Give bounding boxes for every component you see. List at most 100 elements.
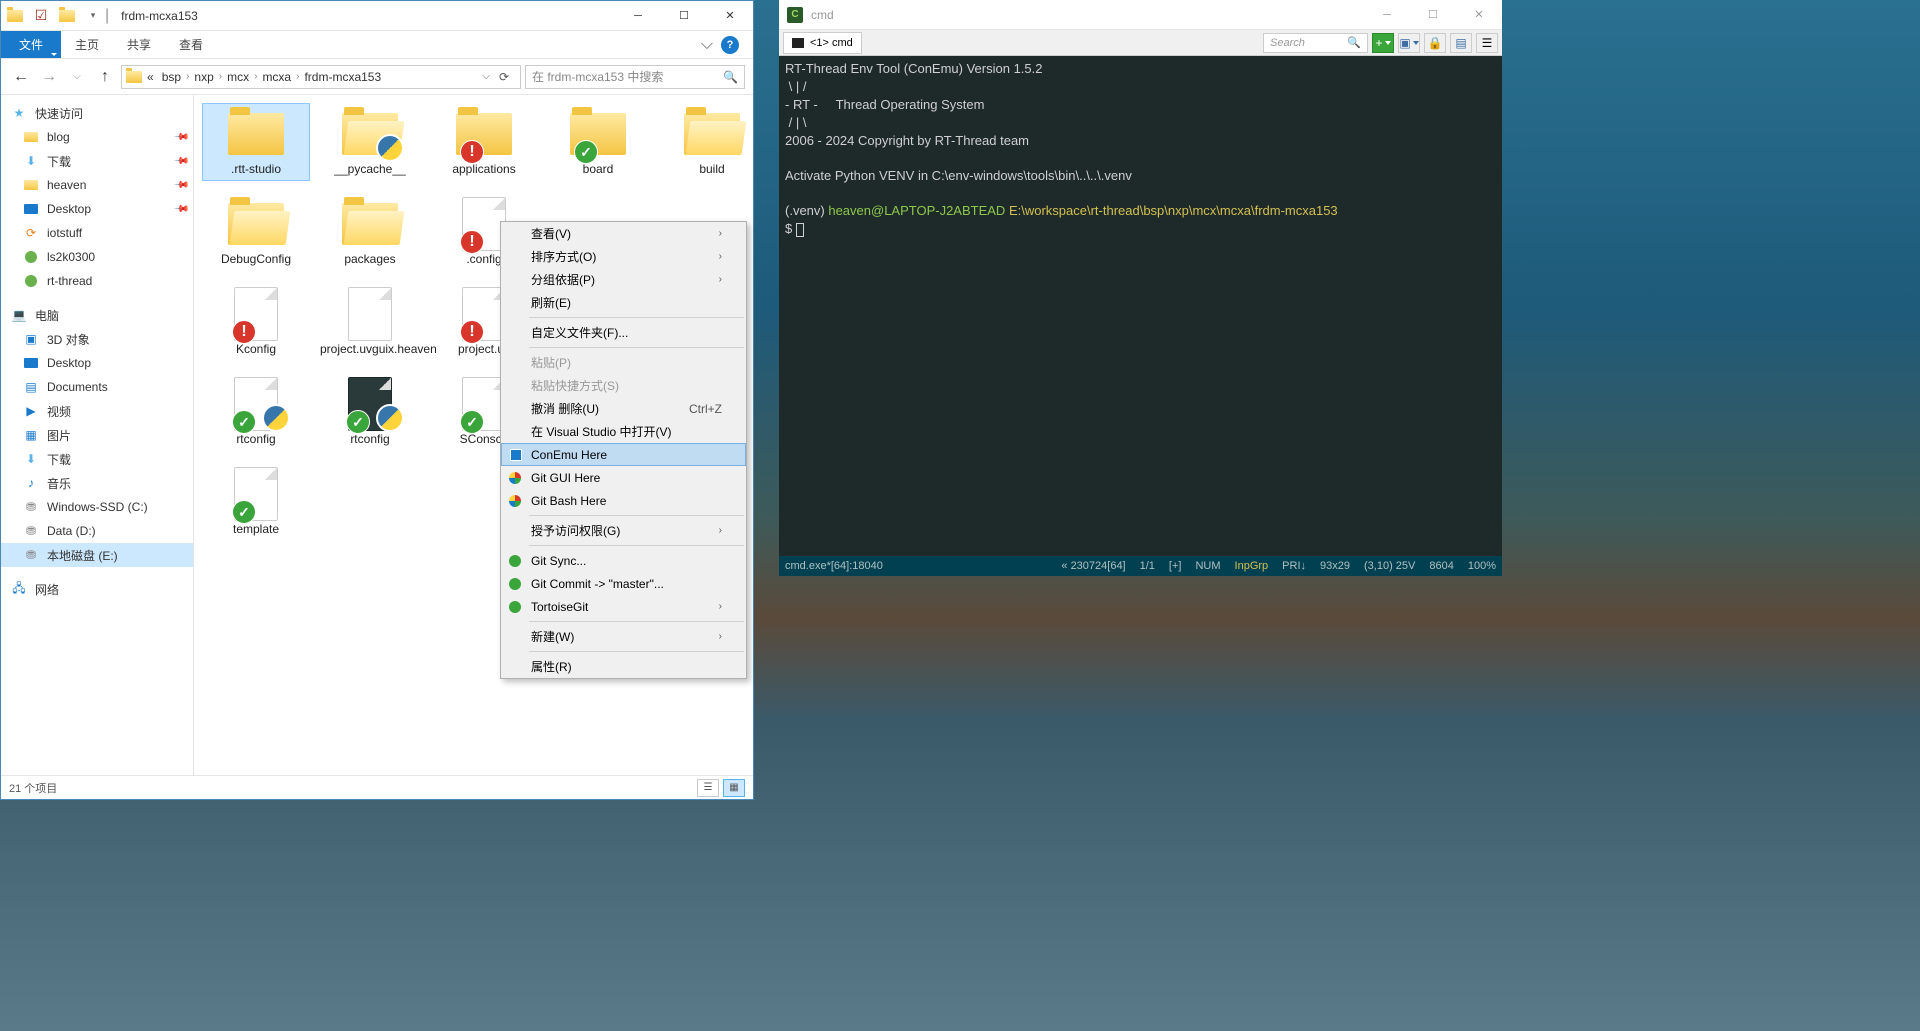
settings-button[interactable]: ☰: [1476, 33, 1498, 53]
maximize-button[interactable]: ☐: [1410, 0, 1456, 30]
file-item[interactable]: project.uvguix.heaven: [316, 283, 424, 361]
forward-button[interactable]: →: [37, 65, 61, 89]
ctx-new[interactable]: 新建(W)›: [501, 625, 746, 648]
file-label: rtconfig: [236, 432, 275, 446]
sidebar-this-pc[interactable]: 💻电脑: [1, 303, 193, 327]
file-item[interactable]: DebugConfig: [202, 193, 310, 271]
ctx-separator: [529, 621, 744, 622]
ctx-sort[interactable]: 排序方式(O)›: [501, 245, 746, 268]
conemu-search[interactable]: Search🔍: [1263, 33, 1368, 53]
file-tab[interactable]: 文件: [1, 31, 61, 58]
attach-button[interactable]: ▣: [1398, 33, 1420, 53]
ctx-undo[interactable]: 撤消 删除(U)Ctrl+Z: [501, 397, 746, 420]
file-item[interactable]: build: [658, 103, 753, 181]
search-input[interactable]: 在 frdm-mcxa153 中搜索 🔍: [525, 65, 745, 89]
ctx-label: 刷新(E): [531, 294, 571, 311]
breadcrumb[interactable]: «: [144, 68, 157, 86]
sidebar-item-rtthread[interactable]: rt-thread: [1, 269, 193, 293]
breadcrumb[interactable]: bsp: [159, 68, 184, 86]
close-button[interactable]: ✕: [1456, 0, 1502, 30]
ctx-git-bash[interactable]: Git Bash Here: [501, 489, 746, 512]
file-icon: [338, 288, 402, 340]
dropdown-icon[interactable]: ▾: [85, 8, 101, 24]
back-button[interactable]: ←: [9, 65, 33, 89]
share-tab[interactable]: 共享: [113, 31, 165, 58]
breadcrumb[interactable]: mcx: [224, 68, 252, 86]
sidebar-item-desktop2[interactable]: Desktop: [1, 351, 193, 375]
home-tab[interactable]: 主页: [61, 31, 113, 58]
sidebar-item-ls2k0300[interactable]: ls2k0300: [1, 245, 193, 269]
address-bar[interactable]: « bsp› nxp› mcx› mcxa› frdm-mcxa153 ⌵ ⟳: [121, 65, 521, 89]
ctx-separator: [529, 317, 744, 318]
sidebar-item-downloads2[interactable]: ⬇下载: [1, 447, 193, 471]
folder-icon-2[interactable]: [59, 8, 75, 24]
sidebar-label: iotstuff: [47, 226, 82, 240]
icons-view-button[interactable]: ▦: [723, 779, 745, 797]
lock-icon[interactable]: 🔒: [1424, 33, 1446, 53]
file-item[interactable]: __pycache__: [316, 103, 424, 181]
ctx-refresh[interactable]: 刷新(E): [501, 291, 746, 314]
sidebar-item-downloads[interactable]: ⬇下载📌: [1, 149, 193, 173]
ctx-customize[interactable]: 自定义文件夹(F)...: [501, 321, 746, 344]
ctx-git-sync[interactable]: Git Sync...: [501, 549, 746, 572]
breadcrumb[interactable]: frdm-mcxa153: [301, 68, 384, 86]
sidebar-item-iotstuff[interactable]: ⟳iotstuff: [1, 221, 193, 245]
file-item[interactable]: ✓rtconfig: [316, 373, 424, 451]
file-item[interactable]: !Kconfig: [202, 283, 310, 361]
view-tab[interactable]: 查看: [165, 31, 217, 58]
terminal-output[interactable]: RT-Thread Env Tool (ConEmu) Version 1.5.…: [779, 56, 1502, 556]
pin-icon: 📌: [172, 177, 189, 194]
ctx-group[interactable]: 分组依据(P)›: [501, 268, 746, 291]
ctx-properties[interactable]: 属性(R): [501, 655, 746, 678]
refresh-icon[interactable]: ⟳: [492, 70, 516, 84]
file-item[interactable]: .rtt-studio: [202, 103, 310, 181]
sidebar-item-drive-e[interactable]: ⛃本地磁盘 (E:): [1, 543, 193, 567]
folder-icon[interactable]: [7, 8, 23, 24]
sidebar-item-desktop[interactable]: Desktop📌: [1, 197, 193, 221]
ctx-tortoise[interactable]: TortoiseGit›: [501, 595, 746, 618]
ctx-vs-open[interactable]: 在 Visual Studio 中打开(V): [501, 420, 746, 443]
conemu-titlebar[interactable]: C cmd ─ ☐ ✕: [779, 0, 1502, 30]
sidebar-item-heaven[interactable]: heaven📌: [1, 173, 193, 197]
checkbox-icon[interactable]: ☑: [33, 8, 49, 24]
maximize-button[interactable]: ☐: [661, 1, 707, 31]
recent-dropdown[interactable]: ⌵: [65, 65, 89, 89]
chevron-icon: ›: [296, 71, 299, 82]
topmost-button[interactable]: ▤: [1450, 33, 1472, 53]
ctx-git-gui[interactable]: Git GUI Here: [501, 466, 746, 489]
file-item[interactable]: ✓board: [544, 103, 652, 181]
ctx-conemu[interactable]: ConEmu Here: [501, 443, 746, 466]
ctx-view[interactable]: 查看(V)›: [501, 222, 746, 245]
explorer-titlebar[interactable]: ☑ ▾ | frdm-mcxa153 ─ ☐ ✕: [1, 1, 753, 31]
sidebar-item-pictures[interactable]: ▦图片: [1, 423, 193, 447]
sidebar-item-music[interactable]: ♪音乐: [1, 471, 193, 495]
file-item[interactable]: ✓rtconfig: [202, 373, 310, 451]
sidebar-network[interactable]: 🖧网络: [1, 577, 193, 601]
details-view-button[interactable]: ☰: [697, 779, 719, 797]
help-icon[interactable]: ?: [721, 36, 739, 54]
chevron-down-icon[interactable]: ⌵: [701, 36, 713, 54]
dropdown-icon[interactable]: ⌵: [482, 71, 490, 82]
sidebar-item-drive-c[interactable]: ⛃Windows-SSD (C:): [1, 495, 193, 519]
conemu-tab[interactable]: <1> cmd: [783, 32, 862, 54]
breadcrumb[interactable]: mcxa: [259, 68, 294, 86]
file-item[interactable]: !applications: [430, 103, 538, 181]
sidebar-item-drive-d[interactable]: ⛃Data (D:): [1, 519, 193, 543]
sidebar-item-documents[interactable]: ▤Documents: [1, 375, 193, 399]
pin-icon: 📌: [172, 201, 189, 218]
sidebar-item-blog[interactable]: blog📌: [1, 125, 193, 149]
minimize-button[interactable]: ─: [1364, 0, 1410, 30]
minimize-button[interactable]: ─: [615, 1, 661, 31]
ctx-label: Git Bash Here: [531, 494, 606, 508]
new-tab-button[interactable]: +: [1372, 33, 1394, 53]
ctx-git-commit[interactable]: Git Commit -> "master"...: [501, 572, 746, 595]
file-item[interactable]: packages: [316, 193, 424, 271]
ctx-grant[interactable]: 授予访问权限(G)›: [501, 519, 746, 542]
file-item[interactable]: ✓template: [202, 463, 310, 541]
breadcrumb[interactable]: nxp: [191, 68, 216, 86]
sidebar-item-videos[interactable]: ▶视频: [1, 399, 193, 423]
close-button[interactable]: ✕: [707, 1, 753, 31]
up-button[interactable]: ↑: [93, 65, 117, 89]
sidebar-quick-access[interactable]: ★快速访问: [1, 101, 193, 125]
sidebar-item-3d[interactable]: ▣3D 对象: [1, 327, 193, 351]
